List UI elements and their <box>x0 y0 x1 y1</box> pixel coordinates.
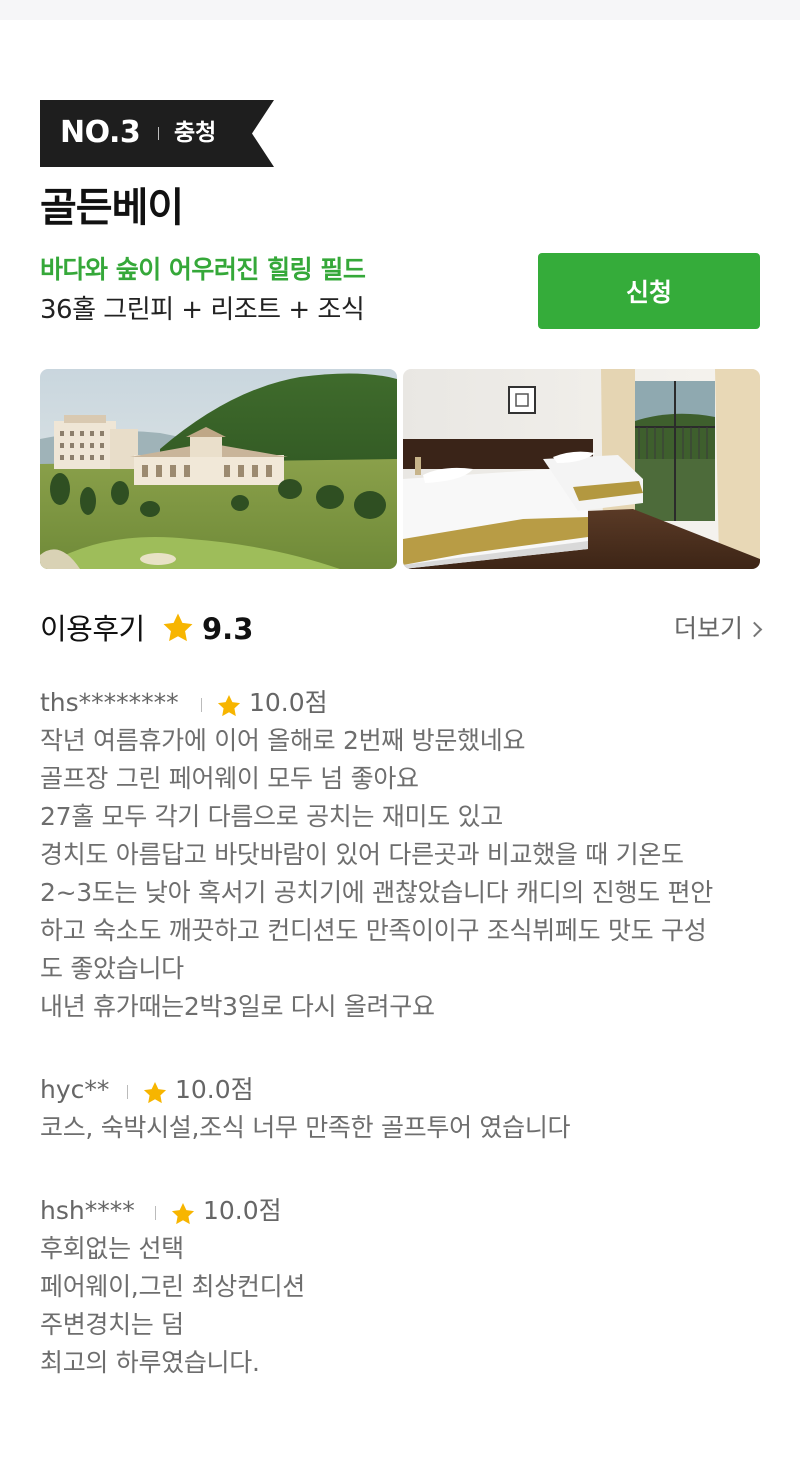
review-user: hyc** <box>40 1075 110 1104</box>
review-item: hsh**** 10.0점 후회없는 선택 페어웨이,그린 최상컨디션 주변경치… <box>40 1192 760 1382</box>
golf-course-photo[interactable] <box>40 369 397 569</box>
review-line: 페어웨이,그린 최상컨디션 <box>40 1272 305 1301</box>
review-line: 주변경치는 덤 <box>40 1310 184 1339</box>
review-line: 27홀 모두 각기 다름으로 공치는 재미도 있고 <box>40 802 503 831</box>
review-line: 내년 휴가때는2박3일로 다시 올려구요 <box>40 992 435 1021</box>
review-line: 코스, 숙박시설,조식 너무 만족한 골프투어 였습니다 <box>40 1113 571 1142</box>
review-meta: ths******** 10.0점 <box>40 684 760 722</box>
review-line: 하고 숙소도 깨끗하고 컨디션도 만족이이구 조식뷔페도 맛도 구성 <box>40 916 707 945</box>
badge-rank: NO.3 <box>60 115 141 150</box>
star-icon <box>143 1081 167 1104</box>
hotel-room-photo[interactable] <box>403 369 760 569</box>
review-user: ths******** <box>40 688 179 717</box>
review-line: 2~3도는 낮아 혹서기 공치기에 괜찮았습니다 캐디의 진행도 편안 <box>40 878 713 907</box>
badge-divider <box>158 127 159 140</box>
product-title: 골든베이 <box>40 185 184 231</box>
review-text: 작년 여름휴가에 이어 올해로 2번째 방문했네요 골프장 그린 페어웨이 모두… <box>40 722 760 1026</box>
review-line: 경치도 아름답고 바닷바람이 있어 다른곳과 비교했을 때 기온도 <box>40 840 684 869</box>
review-item: hyc** 10.0점 코스, 숙박시설,조식 너무 만족한 골프투어 였습니다 <box>40 1071 760 1147</box>
review-meta: hyc** 10.0점 <box>40 1071 760 1109</box>
review-item: ths******** 10.0점 작년 여름휴가에 이어 올해로 2번째 방문… <box>40 684 760 1026</box>
more-reviews-label: 더보기 <box>673 614 743 643</box>
apply-button[interactable]: 신청 <box>538 253 760 329</box>
review-line: 최고의 하루였습니다. <box>40 1348 260 1377</box>
star-icon <box>171 1202 195 1225</box>
review-line: 골프장 그린 페어웨이 모두 넘 좋아요 <box>40 764 419 793</box>
ranking-badge: NO.3 충청 <box>40 100 274 167</box>
chevron-right-icon <box>746 621 763 638</box>
badge-region: 충청 <box>174 120 217 146</box>
review-text: 후회없는 선택 페어웨이,그린 최상컨디션 주변경치는 덤 최고의 하루였습니다… <box>40 1230 760 1382</box>
review-score: 10.0점 <box>203 1196 282 1225</box>
review-score: 10.0점 <box>249 688 328 717</box>
review-line: 후회없는 선택 <box>40 1234 184 1263</box>
review-score: 10.0점 <box>175 1075 254 1104</box>
review-line: 도 좋았습니다 <box>40 954 184 983</box>
more-reviews-link[interactable]: 더보기 <box>673 610 763 648</box>
review-meta-divider <box>155 1206 156 1220</box>
review-line: 작년 여름휴가에 이어 올해로 2번째 방문했네요 <box>40 726 526 755</box>
review-text: 코스, 숙박시설,조식 너무 만족한 골프투어 였습니다 <box>40 1109 760 1147</box>
review-user: hsh**** <box>40 1196 135 1225</box>
review-meta-divider <box>201 698 202 712</box>
star-icon <box>163 613 193 642</box>
reviews-title: 이용후기 <box>40 612 145 646</box>
reviews-header: 이용후기 9.3 더보기 <box>40 606 763 650</box>
product-subtitle: 바다와 숲이 어우러진 힐링 필드 <box>40 255 366 284</box>
reviews-average-score: 9.3 <box>202 612 254 646</box>
review-meta-divider <box>127 1085 128 1099</box>
product-description: 36홀 그린피 + 리조트 + 조식 <box>40 295 365 325</box>
review-meta: hsh**** 10.0점 <box>40 1192 760 1230</box>
star-icon <box>217 694 241 717</box>
top-strip <box>0 0 800 20</box>
